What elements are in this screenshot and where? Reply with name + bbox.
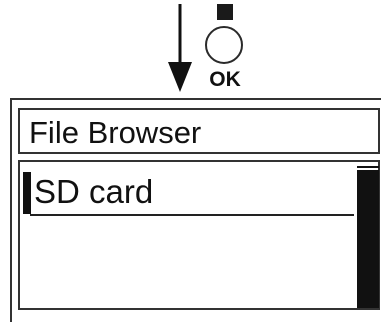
scrollbar-thumb[interactable]	[357, 170, 379, 308]
ok-button[interactable]: OK	[200, 4, 254, 96]
scrollbar-track-cap	[357, 162, 379, 168]
screen-frame-top	[10, 98, 381, 100]
list-item-sd-card[interactable]: SD card	[20, 164, 356, 216]
scrollbar[interactable]	[355, 162, 380, 308]
screen-frame-left	[10, 98, 12, 322]
title-bar: File Browser	[18, 108, 380, 154]
down-arrow-icon	[166, 4, 194, 92]
ok-button-label: OK	[209, 68, 241, 91]
selection-marker-icon	[23, 172, 31, 214]
screen-title: File Browser	[29, 115, 202, 150]
list-item-label: SD card	[34, 173, 154, 210]
navigation-instruction: OK	[0, 0, 381, 98]
selection-underline	[30, 214, 354, 216]
file-list: SD card	[18, 160, 380, 310]
device-screen: File Browser SD card	[10, 98, 381, 322]
button-circle-icon	[205, 26, 243, 64]
button-marker-icon	[217, 4, 233, 20]
